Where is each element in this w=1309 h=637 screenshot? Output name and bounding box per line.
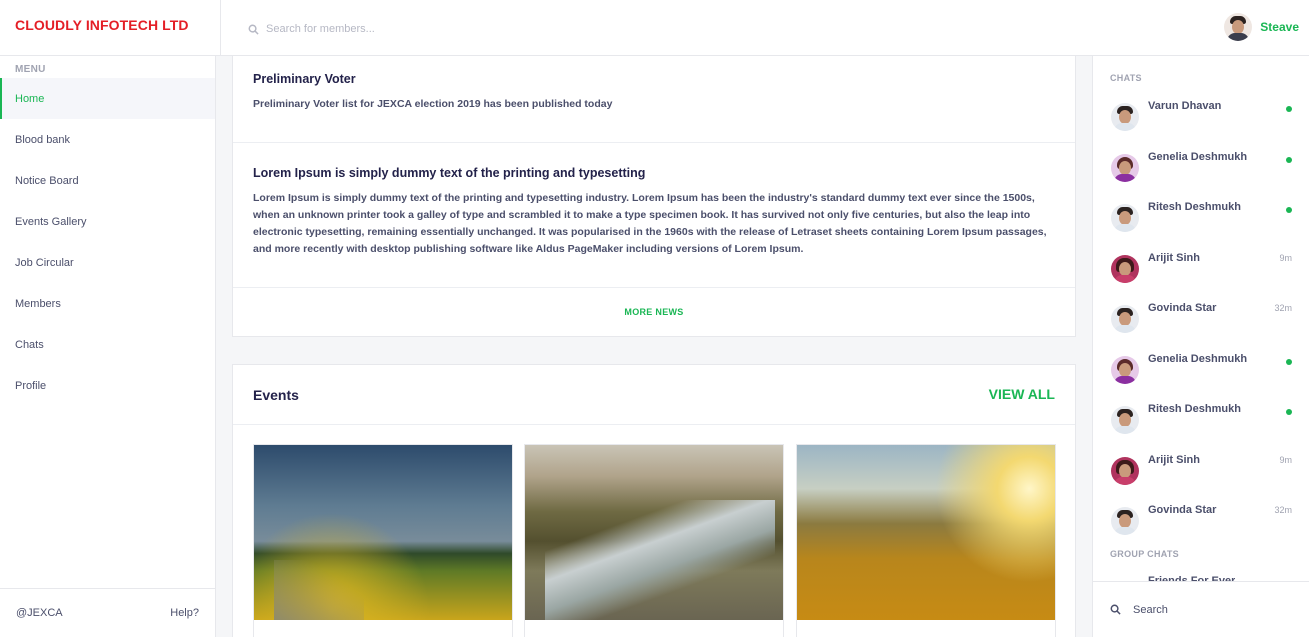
chat-name: Govinda Star xyxy=(1148,302,1217,314)
user-menu[interactable]: Steave xyxy=(1224,13,1299,41)
chat-name: Ritesh Deshmukh xyxy=(1148,403,1241,415)
avatar xyxy=(1111,103,1139,131)
online-status-dot xyxy=(1286,358,1292,365)
event-card[interactable] xyxy=(524,444,784,637)
chat-name: Genelia Deshmukh xyxy=(1148,352,1248,365)
last-seen-time: 32m xyxy=(1274,303,1292,313)
more-news-link[interactable]: MORE NEWS xyxy=(233,307,1075,317)
chat-item[interactable]: Genelia Deshmukh xyxy=(1093,345,1309,396)
chat-name: Ritesh Deshmukh xyxy=(1148,201,1241,213)
chat-item[interactable]: Varun Dhavan xyxy=(1093,92,1309,143)
chat-item[interactable]: Govinda Star 32m xyxy=(1093,294,1309,345)
sidebar-nav: Home Blood bank Notice Board Events Gall… xyxy=(0,78,215,406)
avatar xyxy=(1111,456,1139,485)
events-card: Events VIEW ALL xyxy=(232,364,1076,637)
online-status-dot xyxy=(1286,106,1292,112)
footer-handle[interactable]: @JEXCA xyxy=(16,607,63,619)
avatar xyxy=(1111,204,1139,232)
mountain-river-photo[interactable] xyxy=(525,445,783,620)
user-name[interactable]: Steave xyxy=(1260,20,1299,34)
divider xyxy=(233,287,1075,288)
left-sidebar: MENU Home Blood bank Notice Board Events… xyxy=(0,56,216,637)
view-all-link[interactable]: VIEW ALL xyxy=(989,386,1055,402)
online-status-dot xyxy=(1286,409,1292,415)
online-status-dot xyxy=(1286,156,1292,163)
event-card[interactable] xyxy=(796,444,1056,637)
sidebar-item-members[interactable]: Members xyxy=(0,283,215,324)
avatar xyxy=(1111,153,1139,182)
avatar xyxy=(1111,305,1139,333)
sidebar-footer: @JEXCA Help? xyxy=(0,588,215,637)
avatar xyxy=(1111,254,1139,283)
top-bar: CLOUDLY INFOTECH LTD Search for members.… xyxy=(0,0,1309,56)
avatar xyxy=(1111,406,1139,434)
chat-item[interactable]: Arijit Sinh 9m xyxy=(1093,446,1309,497)
chat-name: Arijit Sinh xyxy=(1148,251,1200,264)
news-item[interactable]: Lorem Ipsum is simply dummy text of the … xyxy=(253,166,1055,258)
news-text: Lorem Ipsum is simply dummy text of the … xyxy=(253,192,1047,255)
chat-item[interactable]: Govinda Star 32m xyxy=(1093,496,1309,547)
sidebar-item-profile[interactable]: Profile xyxy=(0,365,215,406)
chat-item[interactable]: Ritesh Deshmukh xyxy=(1093,395,1309,446)
divider xyxy=(233,142,1075,143)
chat-item[interactable]: Arijit Sinh 9m xyxy=(1093,244,1309,295)
sidebar-item-chats[interactable]: Chats xyxy=(0,324,215,365)
golden-hills-photo[interactable] xyxy=(797,445,1055,620)
last-seen-time: 9m xyxy=(1279,252,1292,263)
event-card[interactable] xyxy=(253,444,513,637)
help-link[interactable]: Help? xyxy=(170,607,199,619)
last-seen-time: 32m xyxy=(1274,505,1292,515)
search-icon xyxy=(248,24,259,35)
last-seen-time: 9m xyxy=(1279,454,1292,465)
events-title: Events xyxy=(253,387,299,403)
brand-logo-text[interactable]: CLOUDLY INFOTECH LTD xyxy=(0,0,221,56)
sidebar-item-blood-bank[interactable]: Blood bank xyxy=(0,119,215,160)
search-icon xyxy=(1110,604,1121,615)
search-placeholder[interactable]: Search for members... xyxy=(266,23,375,35)
events-header: Events VIEW ALL xyxy=(233,365,1075,425)
chat-sidebar: CHATS Varun Dhavan Genelia Deshmukh Rite… xyxy=(1092,56,1309,637)
chat-name: Varun Dhavan xyxy=(1148,100,1222,112)
news-title[interactable]: Lorem Ipsum is simply dummy text of the … xyxy=(253,166,1055,180)
chat-search-placeholder[interactable]: Search xyxy=(1133,604,1168,616)
sunflower-field-photo[interactable] xyxy=(254,445,512,620)
sidebar-item-job-circular[interactable]: Job Circular xyxy=(0,242,215,283)
sidebar-item-notice-board[interactable]: Notice Board xyxy=(0,160,215,201)
avatar xyxy=(1111,507,1139,535)
user-avatar[interactable] xyxy=(1224,13,1253,41)
sidebar-item-home[interactable]: Home xyxy=(0,78,215,119)
member-search[interactable]: Search for members... xyxy=(248,21,375,37)
group-chats-heading: GROUP CHATS xyxy=(1110,549,1179,559)
chat-name: Govinda Star xyxy=(1148,504,1217,516)
chats-heading: CHATS xyxy=(1110,73,1142,83)
chat-list: Varun Dhavan Genelia Deshmukh Ritesh Des… xyxy=(1093,92,1309,547)
menu-heading: MENU xyxy=(15,64,46,75)
chat-name: Arijit Sinh xyxy=(1148,453,1200,466)
news-title[interactable]: Preliminary Voter xyxy=(253,72,1055,86)
avatar xyxy=(1111,355,1139,384)
news-card: Preliminary Voter Preliminary Voter list… xyxy=(232,56,1076,337)
news-item[interactable]: Preliminary Voter Preliminary Voter list… xyxy=(253,72,1055,113)
chat-name: Genelia Deshmukh xyxy=(1148,150,1248,163)
sidebar-item-events-gallery[interactable]: Events Gallery xyxy=(0,201,215,242)
chat-item[interactable]: Genelia Deshmukh xyxy=(1093,143,1309,194)
online-status-dot xyxy=(1286,207,1292,213)
news-text: Preliminary Voter list for JEXCA electio… xyxy=(253,98,613,110)
chat-item[interactable]: Ritesh Deshmukh xyxy=(1093,193,1309,244)
chat-search[interactable]: Search xyxy=(1093,581,1309,637)
